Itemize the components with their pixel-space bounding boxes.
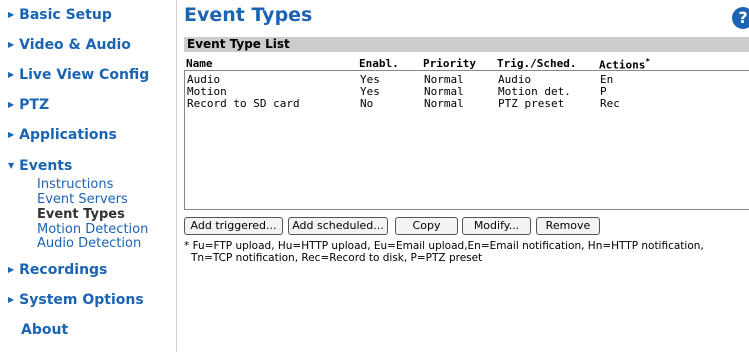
nav-recordings[interactable]: ▶ Recordings (8, 262, 107, 278)
main-content: Event Types ? Event Type List Name Enabl… (184, 0, 749, 352)
nav-video-audio[interactable]: ▶ Video & Audio (8, 37, 131, 53)
column-header-name: Name (186, 57, 213, 70)
caret-down-icon: ▼ (8, 161, 15, 170)
caret-right-icon: ▶ (8, 265, 15, 274)
sub-event-types[interactable]: Event Types (37, 208, 125, 222)
caret-right-icon: ▶ (8, 10, 15, 19)
modify-button[interactable]: Modify... (462, 217, 531, 235)
nav-label: Recordings (19, 262, 108, 278)
column-header-enabled: Enabl. (359, 57, 399, 70)
nav-label: Live View Config (19, 67, 150, 83)
legend-line-1: * Fu=FTP upload, Hu=HTTP upload, Eu=Emai… (184, 240, 704, 252)
row-name: Record to SD card (187, 97, 300, 110)
row-actions: Rec (600, 97, 620, 110)
legend-line-2: Tn=TCP notification, Rec=Record to disk,… (191, 252, 483, 264)
page-title: Event Types (184, 4, 313, 26)
row-priority: Normal (424, 97, 464, 110)
nav-label: Applications (19, 127, 117, 143)
caret-right-icon: ▶ (8, 100, 15, 109)
column-header-trigger: Trig./Sched. (497, 57, 577, 70)
sub-motion-detection[interactable]: Motion Detection (37, 223, 148, 237)
remove-button[interactable]: Remove (536, 217, 600, 235)
nav-system-options[interactable]: ▶ System Options (8, 292, 144, 308)
list-item[interactable]: Record to SD card No Normal PTZ preset R… (187, 98, 747, 110)
section-header: Event Type List (184, 37, 749, 52)
nav-label: Events (19, 158, 73, 174)
nav-basic-setup[interactable]: ▶ Basic Setup (8, 7, 112, 23)
sidebar: ▶ Basic Setup ▶ Video & Audio ▶ Live View C… (0, 0, 177, 352)
nav-label: Basic Setup (19, 7, 112, 23)
nav-label: Video & Audio (19, 37, 131, 53)
caret-right-icon: ▶ (8, 40, 15, 49)
row-trigger: PTZ preset (498, 97, 565, 110)
event-type-list[interactable]: Audio Yes Normal Audio En Motion Yes Nor… (184, 70, 749, 210)
caret-right-icon: ▶ (8, 70, 15, 79)
nav-live-view-config[interactable]: ▶ Live View Config (8, 67, 149, 83)
copy-button[interactable]: Copy (395, 217, 458, 235)
nav-ptz[interactable]: ▶ PTZ (8, 97, 49, 113)
list-item[interactable]: Audio Yes Normal Audio En (187, 74, 747, 86)
add-triggered-button[interactable]: Add triggered... (184, 217, 283, 235)
nav-applications[interactable]: ▶ Applications (8, 127, 117, 143)
sub-audio-detection[interactable]: Audio Detection (37, 237, 141, 251)
footnote-marker: * (645, 57, 651, 66)
sub-event-servers[interactable]: Event Servers (37, 193, 128, 207)
nav-about[interactable]: About (21, 322, 68, 338)
caret-right-icon: ▶ (8, 130, 15, 139)
help-icon[interactable]: ? (732, 7, 749, 29)
caret-right-icon: ▶ (8, 295, 15, 304)
row-enabled: No (360, 97, 374, 110)
nav-label: PTZ (19, 97, 50, 113)
add-scheduled-button[interactable]: Add scheduled... (288, 217, 388, 235)
column-header-priority: Priority (423, 57, 476, 70)
nav-events[interactable]: ▼ Events (8, 158, 72, 174)
actions-legend: * Fu=FTP upload, Hu=HTTP upload, Eu=Emai… (184, 240, 749, 264)
sub-instructions[interactable]: Instructions (37, 178, 113, 192)
nav-label: System Options (19, 292, 144, 308)
